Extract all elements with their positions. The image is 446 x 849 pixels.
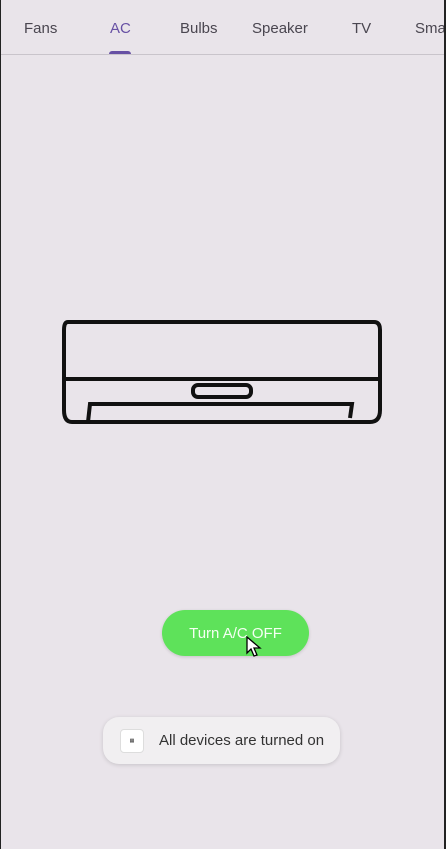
tab-speaker[interactable]: Speaker: [252, 20, 308, 37]
mouse-cursor-icon: [246, 636, 262, 657]
tab-fans[interactable]: Fans: [24, 20, 57, 37]
tab-smart[interactable]: Sma: [415, 20, 446, 37]
air-conditioner-icon: [62, 320, 382, 424]
tab-bulbs[interactable]: Bulbs: [180, 20, 218, 37]
turn-ac-off-button[interactable]: Turn A/C OFF: [162, 610, 309, 656]
toast-notification: ▦ All devices are turned on: [103, 717, 340, 764]
app-logo-icon: ▦: [120, 728, 144, 753]
tab-ac[interactable]: AC: [110, 20, 131, 37]
device-tab-bar: Fans AC Bulbs Speaker TV Sma: [0, 0, 446, 55]
active-tab-indicator: [109, 51, 131, 54]
toast-message: All devices are turned on: [159, 732, 325, 749]
tab-tv[interactable]: TV: [352, 20, 371, 37]
